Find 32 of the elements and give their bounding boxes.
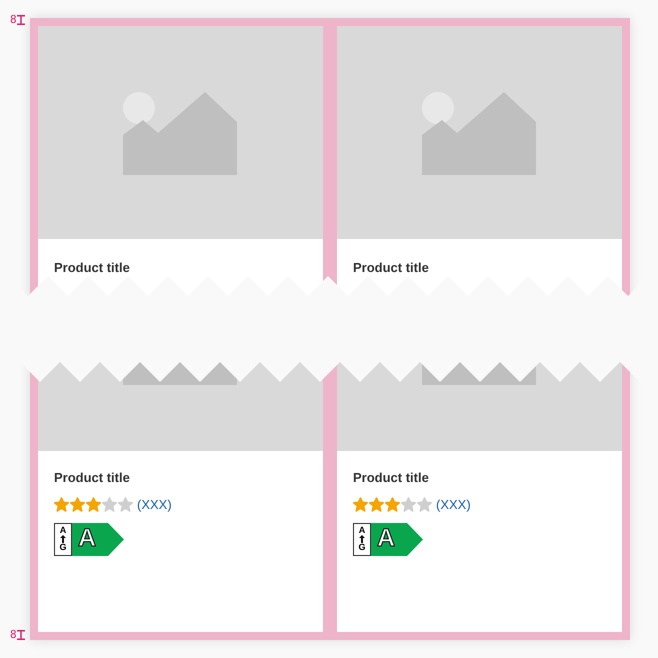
scale-top-letter: A xyxy=(358,526,366,535)
energy-class-arrow xyxy=(371,522,423,556)
image-placeholder-icon xyxy=(422,92,536,175)
spacing-value: 8 xyxy=(10,14,17,25)
image-placeholder-icon xyxy=(123,92,237,175)
scale-top-letter: A xyxy=(60,526,66,535)
filled-star-icon xyxy=(54,497,69,512)
spacing-icon xyxy=(16,14,25,24)
arrow-up-icon xyxy=(60,535,66,543)
filled-star-icon xyxy=(353,497,368,512)
product-title: Product title xyxy=(54,470,130,486)
spacing-value: 8 xyxy=(10,629,17,640)
filled-star-icon xyxy=(369,497,384,512)
scale-bottom-letter: G xyxy=(59,543,66,552)
empty-star-icon xyxy=(401,497,416,512)
product-title: Product title xyxy=(54,260,130,275)
arrow-up-icon xyxy=(359,535,365,543)
review-count-link[interactable]: (XXX) xyxy=(137,495,172,514)
empty-star-icon xyxy=(102,497,117,512)
filled-star-icon xyxy=(86,497,101,512)
spacing-icon xyxy=(16,630,25,640)
empty-star-icon xyxy=(118,497,133,512)
energy-class: A xyxy=(78,526,96,550)
filled-star-icon xyxy=(70,497,85,512)
scale-bottom-letter: G xyxy=(358,543,366,552)
energy-class-arrow xyxy=(72,522,124,556)
filled-star-icon xyxy=(385,497,400,512)
energy-class: A xyxy=(377,526,396,550)
review-count-link[interactable]: (XXX) xyxy=(436,495,471,514)
product-title: Product title xyxy=(353,470,429,486)
product-title: Product title xyxy=(353,260,429,275)
empty-star-icon xyxy=(417,497,432,512)
